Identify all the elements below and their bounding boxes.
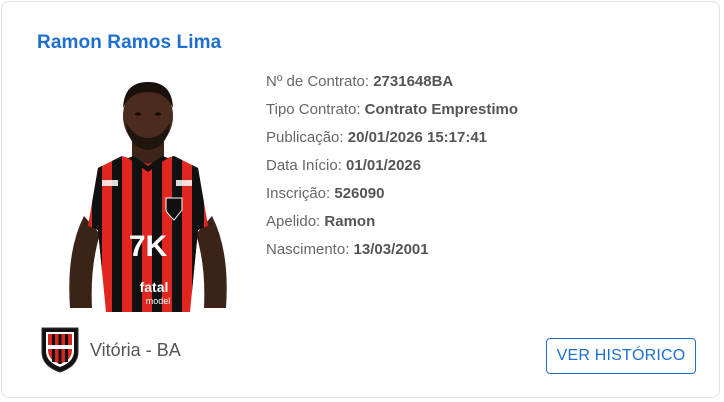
club-info: Vitória - BA — [40, 326, 181, 374]
sponsor-bottom-text: fatal — [140, 279, 169, 295]
club-crest-icon — [40, 326, 80, 374]
detail-value: 20/01/2026 15:17:41 — [347, 129, 488, 146]
detail-start-date: Data Início: 01/01/2026 — [266, 152, 518, 180]
player-name: Ramon Ramos Lima — [37, 32, 222, 53]
detail-value: Contrato Emprestimo — [364, 101, 519, 118]
player-photo-image: 7K fatal model — [69, 82, 227, 312]
detail-label: Apelido: — [266, 213, 321, 230]
detail-label: Nº de Contrato: — [266, 73, 370, 90]
detail-label: Inscrição: — [266, 185, 331, 202]
view-history-button[interactable]: VER HISTÓRICO — [546, 338, 696, 374]
detail-publication: Publicação: 20/01/2026 15:17:41 — [266, 124, 518, 152]
detail-contract-type: Tipo Contrato: Contrato Emprestimo — [266, 96, 518, 124]
detail-value: Ramon — [324, 213, 376, 230]
detail-label: Data Início: — [266, 157, 342, 174]
detail-value: 2731648BA — [373, 73, 454, 90]
detail-label: Tipo Contrato: — [266, 101, 361, 118]
player-card: Ramon Ramos Lima 7K fatal model Nº de Co… — [1, 1, 720, 398]
detail-label: Nascimento: — [266, 241, 350, 258]
detail-value: 526090 — [334, 185, 385, 202]
sponsor-bottom-sub-text: model — [146, 296, 171, 306]
contract-details: Nº de Contrato: 2731648BA Tipo Contrato:… — [266, 68, 518, 264]
detail-value: 13/03/2001 — [353, 241, 429, 258]
detail-nickname: Apelido: Ramon — [266, 208, 518, 236]
player-photo: 7K fatal model — [58, 76, 238, 312]
detail-registration: Inscrição: 526090 — [266, 180, 518, 208]
sponsor-chest-text: 7K — [129, 230, 168, 263]
detail-value: 01/01/2026 — [346, 157, 422, 174]
club-name: Vitória - BA — [90, 339, 181, 360]
detail-contract-number: Nº de Contrato: 2731648BA — [266, 68, 518, 96]
detail-birth: Nascimento: 13/03/2001 — [266, 236, 518, 264]
detail-label: Publicação: — [266, 129, 344, 146]
